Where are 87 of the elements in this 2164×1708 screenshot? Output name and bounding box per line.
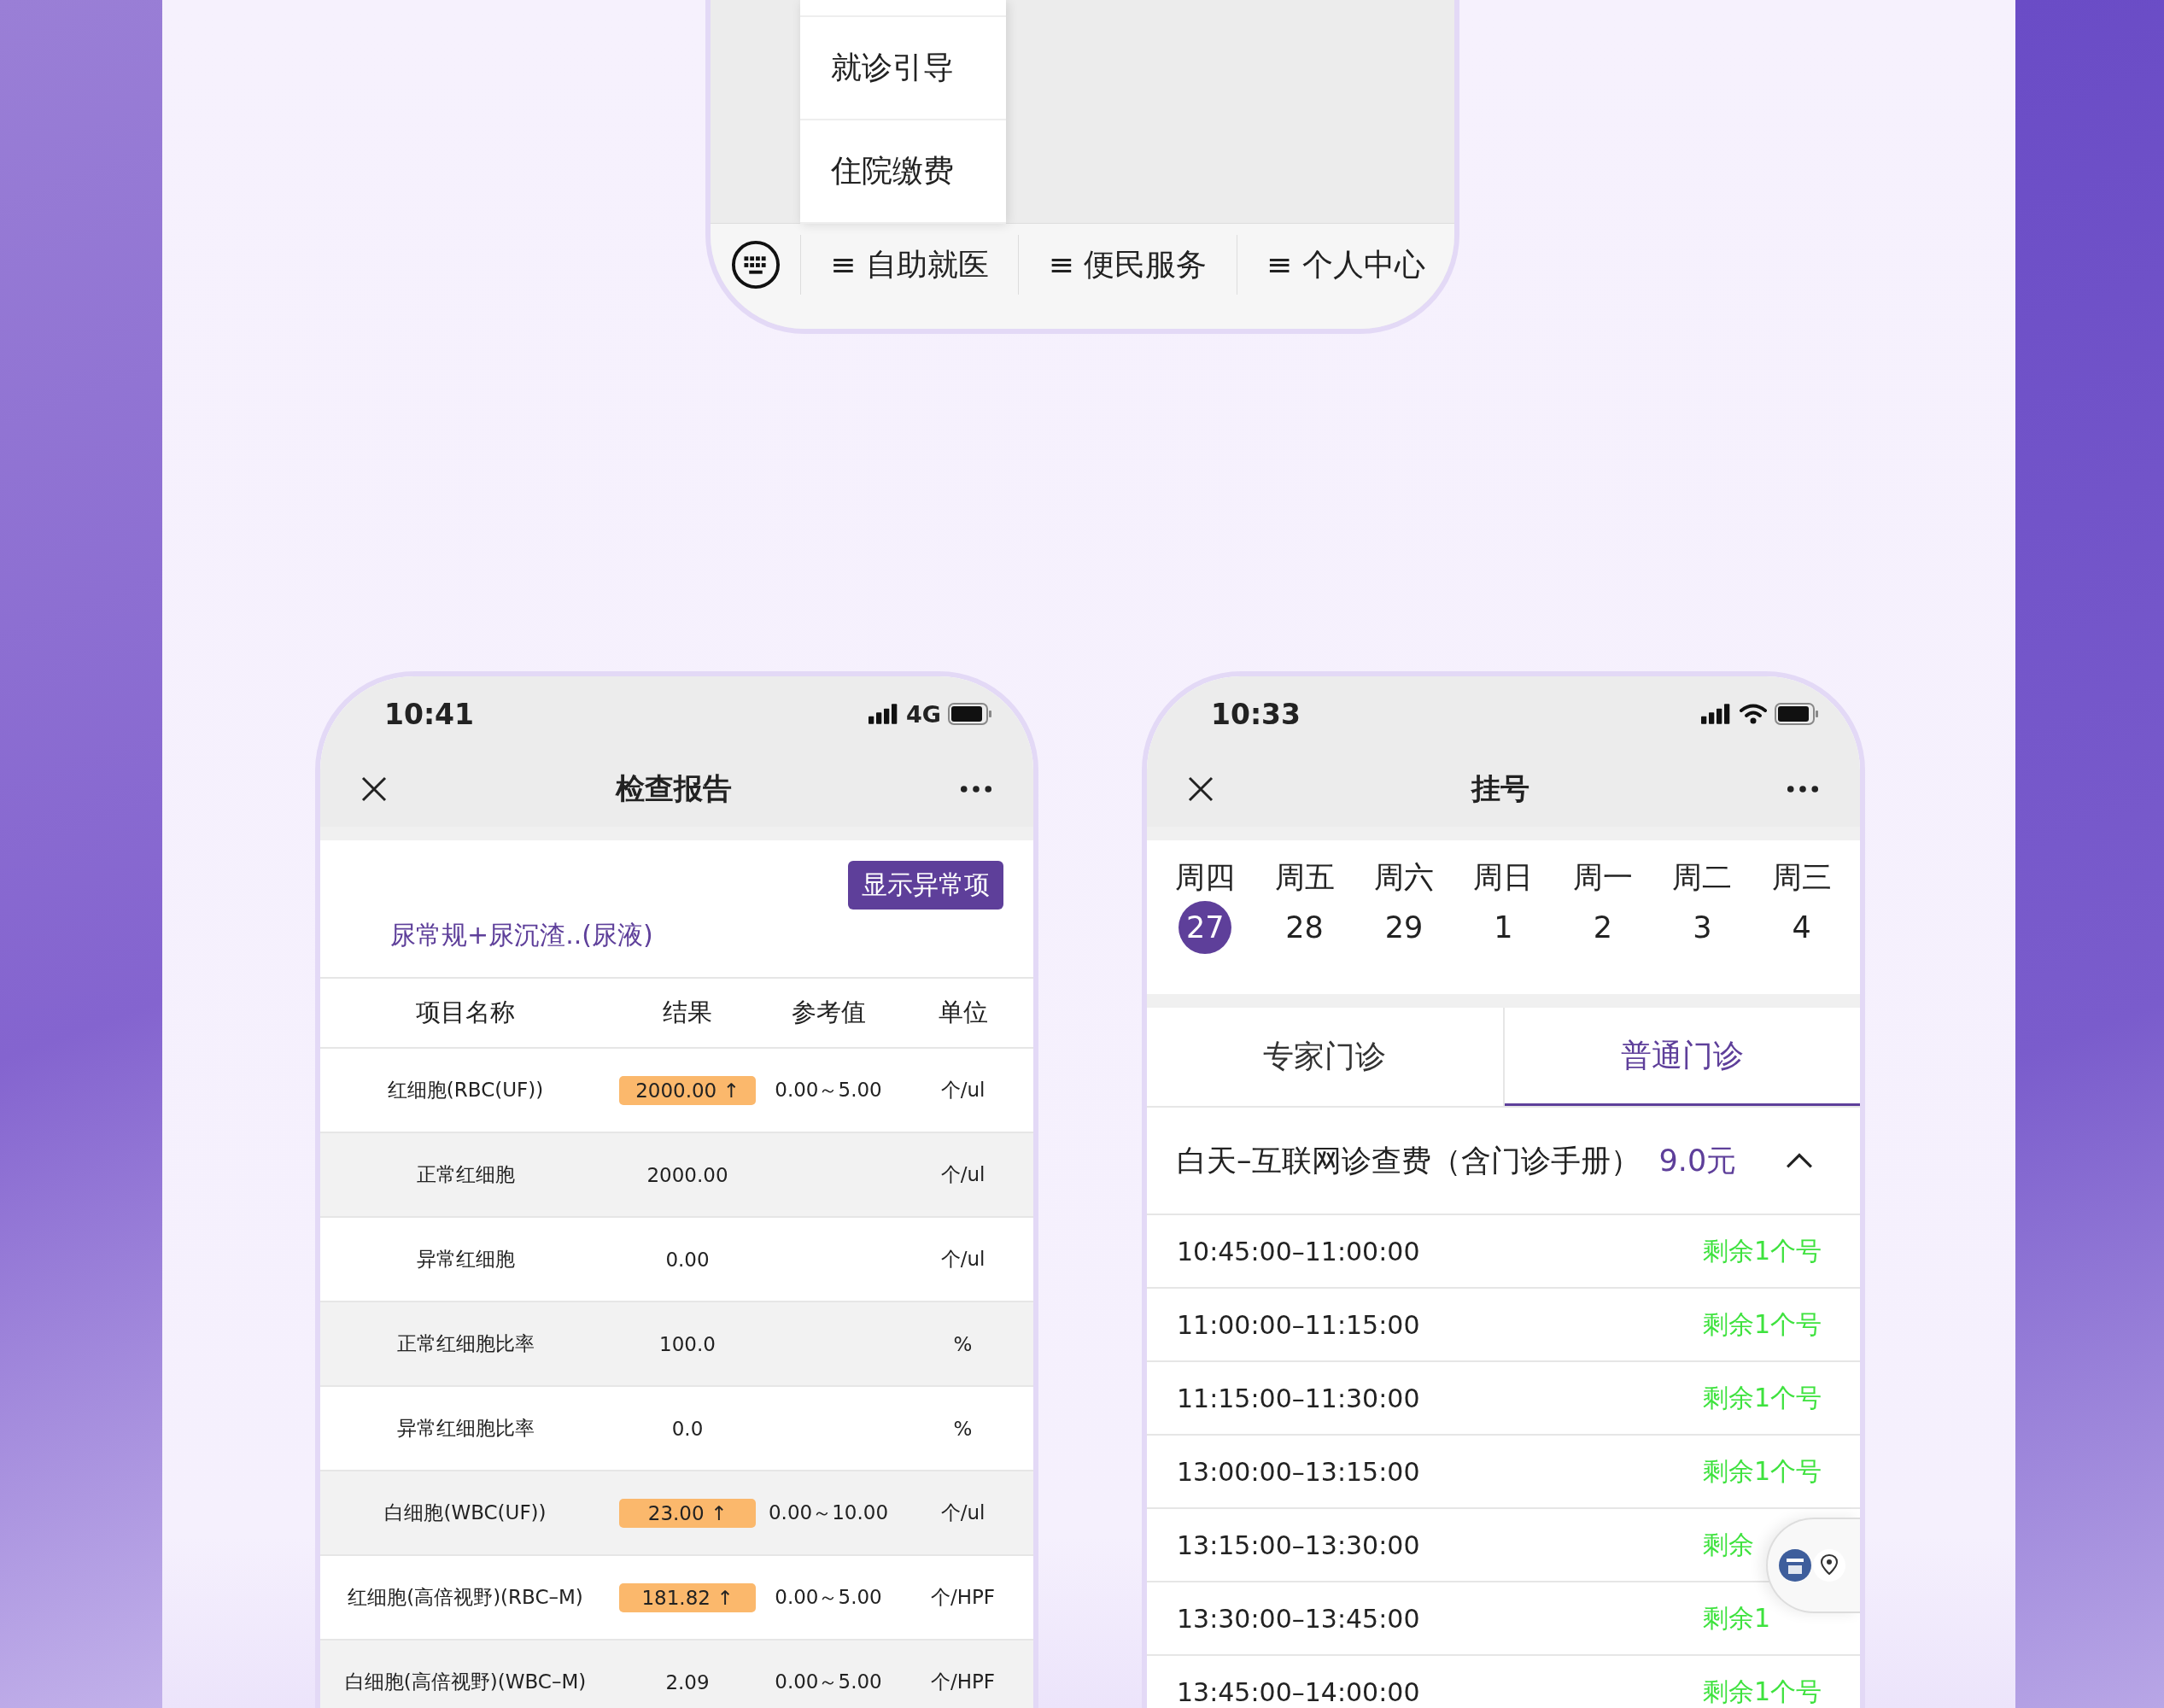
table-cell-text: 红细胞(高倍视野)(RBC–M)	[347, 1585, 584, 1610]
weekday-label: 周一	[1572, 859, 1633, 896]
date-item[interactable]: 3	[1676, 901, 1729, 954]
table-cell-text: 个/HPF	[929, 1585, 997, 1610]
more-icon[interactable]	[1787, 785, 1819, 793]
wifi-icon	[1739, 703, 1768, 725]
remaining-count: 剩余1个号	[1703, 1454, 1823, 1488]
table-cell: 0.00～5.00	[775, 1079, 882, 1101]
time-slot[interactable]: 13:15:00–13:30:00	[1177, 1530, 1420, 1560]
table-cell-text: %	[952, 1332, 974, 1355]
table-cell: 0.00～5.00	[775, 1670, 882, 1693]
close-icon[interactable]	[1188, 776, 1214, 802]
table-cell-text: %	[952, 1417, 974, 1440]
table-cell-text: 个/ul	[939, 1247, 986, 1272]
remaining-count: 剩余1个号	[1703, 1381, 1823, 1414]
column-header: 项目名称	[415, 997, 516, 1028]
remaining-count: 剩余1	[1703, 1601, 1772, 1635]
date-item[interactable]: 1	[1477, 901, 1530, 954]
fee-label: 白天–互联网诊查费（含门诊手册）	[1177, 1142, 1641, 1179]
menu-tab[interactable]: ≡ 个人中心	[1237, 234, 1454, 295]
menu-item[interactable]: 就诊引导	[800, 17, 1006, 120]
table-cell-text: 异常红细胞比率	[395, 1416, 535, 1441]
table-cell: 0.00～10.00	[768, 1501, 889, 1524]
time-slot[interactable]: 11:00:00–11:15:00	[1177, 1309, 1420, 1340]
result-value: 23.00 ↑	[619, 1498, 756, 1528]
weekday-label: 周六	[1374, 859, 1435, 896]
weekday-label: 周二	[1672, 859, 1733, 896]
weekday-label: 周日	[1473, 859, 1534, 896]
table-cell-text: 个/ul	[939, 1500, 986, 1525]
battery-icon	[1775, 703, 1819, 725]
result-value: 2.09	[664, 1670, 711, 1695]
date-item[interactable]: 28	[1278, 901, 1331, 954]
caret-icon[interactable]	[1786, 1152, 1813, 1169]
table-cell-text: 个/ul	[939, 1078, 986, 1103]
table-cell-text: 个/ul	[939, 1162, 986, 1187]
keyboard-icon[interactable]	[730, 239, 781, 290]
page-title: 挂号	[1471, 770, 1529, 807]
table-cell-text: 正常红细胞	[415, 1162, 516, 1187]
column-header: 单位	[937, 997, 989, 1028]
result-value: 2000.00	[646, 1162, 729, 1188]
result-value: 100.0	[658, 1331, 716, 1357]
battery-icon	[948, 703, 992, 725]
time-slot[interactable]: 11:15:00–11:30:00	[1177, 1383, 1420, 1413]
weekday-label: 周四	[1175, 859, 1236, 896]
result-value: 2000.00 ↑	[619, 1075, 756, 1105]
table-cell: 0.00～5.00	[775, 1586, 882, 1608]
time-slot[interactable]: 13:30:00–13:45:00	[1177, 1603, 1420, 1634]
column-header: 结果	[662, 997, 713, 1028]
table-cell-text: 个/HPF	[929, 1670, 997, 1694]
status-time: 10:33	[1211, 697, 1301, 731]
date-item[interactable]: 27	[1179, 901, 1232, 954]
time-slot[interactable]: 13:00:00–13:15:00	[1177, 1456, 1420, 1487]
table-cell-text: 正常红细胞比率	[395, 1331, 535, 1356]
test-name: 尿常规+尿沉渣..(尿液)	[390, 919, 654, 951]
status-time: 10:41	[384, 697, 475, 731]
table-cell-text: 白细胞(高倍视野)(WBC–M)	[343, 1670, 588, 1694]
date-item[interactable]: 29	[1377, 901, 1431, 954]
clinic-tab[interactable]: 普通门诊	[1504, 1008, 1860, 1106]
page-title: 检查报告	[615, 770, 732, 807]
table-cell-text: 红细胞(RBC(UF))	[386, 1078, 545, 1103]
table-cell-text: 白细胞(WBC(UF))	[383, 1500, 547, 1525]
result-value: 0.0	[670, 1416, 705, 1442]
menu-tab[interactable]: ≡ 自助就医	[801, 234, 1020, 295]
time-slot[interactable]: 10:45:00–11:00:00	[1177, 1236, 1420, 1266]
remaining-count: 剩余1个号	[1703, 1307, 1823, 1341]
clinic-tab[interactable]: 专家门诊	[1147, 1008, 1505, 1106]
column-header: 参考值	[790, 997, 867, 1028]
date-item[interactable]: 2	[1576, 901, 1629, 954]
result-value: 0.00	[664, 1247, 711, 1272]
fee-price: 9.0元	[1658, 1142, 1738, 1179]
result-value: 181.82 ↑	[619, 1582, 756, 1612]
remaining-count: 剩余1个号	[1703, 1675, 1823, 1708]
menu-tab[interactable]: ≡ 便民服务	[1019, 234, 1237, 295]
weekday-label: 周三	[1771, 859, 1832, 896]
signal-icon	[1701, 704, 1732, 724]
remaining-count: 剩余1个号	[1703, 1234, 1823, 1267]
app-logo-icon[interactable]	[1778, 1548, 1812, 1582]
more-icon[interactable]	[960, 785, 992, 793]
network-label: 4G	[906, 700, 941, 728]
time-slot[interactable]: 13:45:00–14:00:00	[1177, 1676, 1420, 1707]
show-abnormal-button[interactable]: 显示异常项	[848, 861, 1003, 910]
location-pin-icon[interactable]	[1812, 1548, 1846, 1582]
remaining-count: 剩余	[1703, 1528, 1755, 1561]
close-icon[interactable]	[361, 776, 387, 802]
table-cell-text: 异常红细胞	[415, 1247, 516, 1272]
date-item[interactable]: 4	[1775, 901, 1828, 954]
weekday-label: 周五	[1274, 859, 1335, 896]
